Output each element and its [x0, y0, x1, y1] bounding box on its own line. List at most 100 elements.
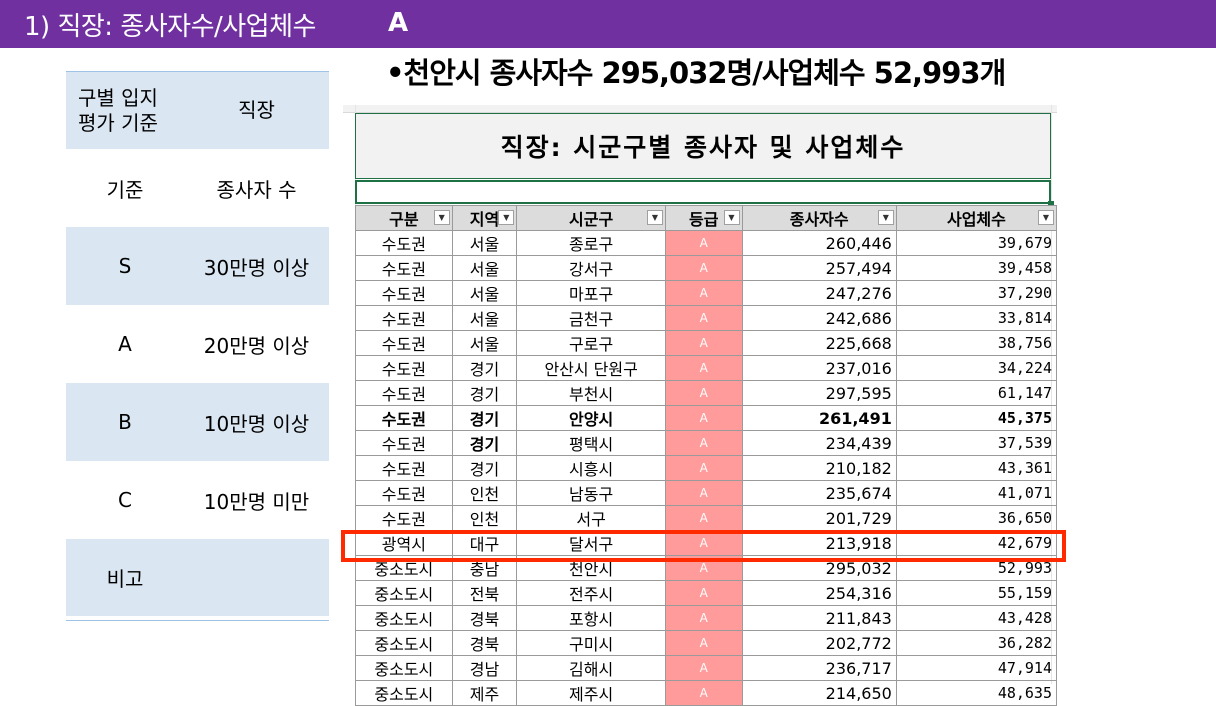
employees-cell[interactable]: 234,439 [741, 430, 897, 456]
grade-cell[interactable]: A [664, 330, 743, 356]
region-cell[interactable]: 수도권 [355, 405, 453, 431]
city-cell[interactable]: 전주시 [516, 580, 666, 606]
grade-cell[interactable]: A [664, 430, 743, 456]
region-cell[interactable]: 중소도시 [355, 655, 453, 681]
city-cell[interactable]: 구로구 [516, 330, 666, 356]
column-header[interactable]: 사업체수 ▼ [895, 205, 1058, 231]
city-cell[interactable]: 종로구 [516, 230, 666, 256]
employees-cell[interactable]: 225,668 [741, 330, 897, 356]
city-cell[interactable]: 시흥시 [516, 455, 666, 481]
area-cell[interactable]: 경북 [451, 630, 518, 656]
city-cell[interactable]: 안산시 단원구 [516, 355, 666, 381]
employees-cell[interactable]: 214,650 [741, 680, 897, 706]
region-cell[interactable]: 중소도시 [355, 630, 453, 656]
employees-cell[interactable]: 202,772 [741, 630, 897, 656]
column-header[interactable]: 구분 ▼ [355, 205, 453, 231]
area-cell[interactable]: 인천 [451, 480, 518, 506]
city-cell[interactable]: 서구 [516, 505, 666, 531]
employees-cell[interactable]: 257,494 [741, 255, 897, 281]
area-cell[interactable]: 경기 [451, 380, 518, 406]
region-cell[interactable]: 수도권 [355, 305, 453, 331]
grade-cell[interactable]: A [664, 455, 743, 481]
city-cell[interactable]: 제주시 [516, 680, 666, 706]
employees-cell[interactable]: 261,491 [741, 405, 897, 431]
grade-cell[interactable]: A [664, 305, 743, 331]
area-cell[interactable]: 경기 [451, 405, 518, 431]
filter-dropdown-icon[interactable]: ▼ [877, 210, 894, 225]
city-cell[interactable]: 포항시 [516, 605, 666, 631]
area-cell[interactable]: 경기 [451, 430, 518, 456]
employees-cell[interactable]: 237,016 [741, 355, 897, 381]
city-cell[interactable]: 금천구 [516, 305, 666, 331]
city-cell[interactable]: 구미시 [516, 630, 666, 656]
area-cell[interactable]: 제주 [451, 680, 518, 706]
employees-cell[interactable]: 201,729 [741, 505, 897, 531]
businesses-cell[interactable]: 37,539 [895, 430, 1058, 456]
region-cell[interactable]: 수도권 [355, 230, 453, 256]
area-cell[interactable]: 경북 [451, 605, 518, 631]
region-cell[interactable]: 수도권 [355, 255, 453, 281]
employees-cell[interactable]: 242,686 [741, 305, 897, 331]
area-cell[interactable]: 서울 [451, 230, 518, 256]
region-cell[interactable]: 중소도시 [355, 605, 453, 631]
employees-cell[interactable]: 236,717 [741, 655, 897, 681]
businesses-cell[interactable]: 36,282 [895, 630, 1058, 656]
grade-cell[interactable]: A [664, 655, 743, 681]
area-cell[interactable]: 전북 [451, 580, 518, 606]
businesses-cell[interactable]: 38,756 [895, 330, 1058, 356]
businesses-cell[interactable]: 61,147 [895, 380, 1058, 406]
employees-cell[interactable]: 247,276 [741, 280, 897, 306]
region-cell[interactable]: 중소도시 [355, 580, 453, 606]
employees-cell[interactable]: 260,446 [741, 230, 897, 256]
area-cell[interactable]: 서울 [451, 305, 518, 331]
grade-cell[interactable]: A [664, 355, 743, 381]
area-cell[interactable]: 경남 [451, 655, 518, 681]
column-header[interactable]: 종사자수 ▼ [741, 205, 897, 231]
employees-cell[interactable]: 297,595 [741, 380, 897, 406]
grade-cell[interactable]: A [664, 680, 743, 706]
grade-cell[interactable]: A [664, 405, 743, 431]
filter-dropdown-icon[interactable]: ▼ [498, 210, 515, 225]
column-header[interactable]: 시군구 ▼ [516, 205, 666, 231]
businesses-cell[interactable]: 45,375 [895, 405, 1058, 431]
city-cell[interactable]: 강서구 [516, 255, 666, 281]
region-cell[interactable]: 수도권 [355, 280, 453, 306]
area-cell[interactable]: 서울 [451, 330, 518, 356]
businesses-cell[interactable]: 37,290 [895, 280, 1058, 306]
area-cell[interactable]: 경기 [451, 355, 518, 381]
employees-cell[interactable]: 254,316 [741, 580, 897, 606]
businesses-cell[interactable]: 47,914 [895, 655, 1058, 681]
grade-cell[interactable]: A [664, 280, 743, 306]
grade-cell[interactable]: A [664, 505, 743, 531]
region-cell[interactable]: 수도권 [355, 455, 453, 481]
businesses-cell[interactable]: 39,458 [895, 255, 1058, 281]
employees-cell[interactable]: 235,674 [741, 480, 897, 506]
column-header[interactable]: 지역 ▼ [451, 205, 518, 231]
filter-active-icon[interactable]: ▼ [723, 210, 740, 225]
businesses-cell[interactable]: 41,071 [895, 480, 1058, 506]
city-cell[interactable]: 마포구 [516, 280, 666, 306]
selected-cell[interactable] [355, 180, 1054, 207]
grade-cell[interactable]: A [664, 230, 743, 256]
region-cell[interactable]: 중소도시 [355, 680, 453, 706]
city-cell[interactable]: 부천시 [516, 380, 666, 406]
grade-cell[interactable]: A [664, 255, 743, 281]
filter-dropdown-icon[interactable]: ▼ [646, 210, 663, 225]
column-header[interactable]: 등급 ▼ [664, 205, 743, 231]
businesses-cell[interactable]: 34,224 [895, 355, 1058, 381]
filter-dropdown-icon[interactable]: ▼ [1038, 210, 1054, 225]
region-cell[interactable]: 수도권 [355, 355, 453, 381]
businesses-cell[interactable]: 43,428 [895, 605, 1058, 631]
grade-cell[interactable]: A [664, 480, 743, 506]
businesses-cell[interactable]: 55,159 [895, 580, 1058, 606]
city-cell[interactable]: 안양시 [516, 405, 666, 431]
city-cell[interactable]: 남동구 [516, 480, 666, 506]
region-cell[interactable]: 수도권 [355, 330, 453, 356]
businesses-cell[interactable]: 48,635 [895, 680, 1058, 706]
region-cell[interactable]: 수도권 [355, 505, 453, 531]
city-cell[interactable]: 평택시 [516, 430, 666, 456]
businesses-cell[interactable]: 36,650 [895, 505, 1058, 531]
filter-dropdown-icon[interactable]: ▼ [433, 210, 450, 225]
businesses-cell[interactable]: 33,814 [895, 305, 1058, 331]
businesses-cell[interactable]: 43,361 [895, 455, 1058, 481]
